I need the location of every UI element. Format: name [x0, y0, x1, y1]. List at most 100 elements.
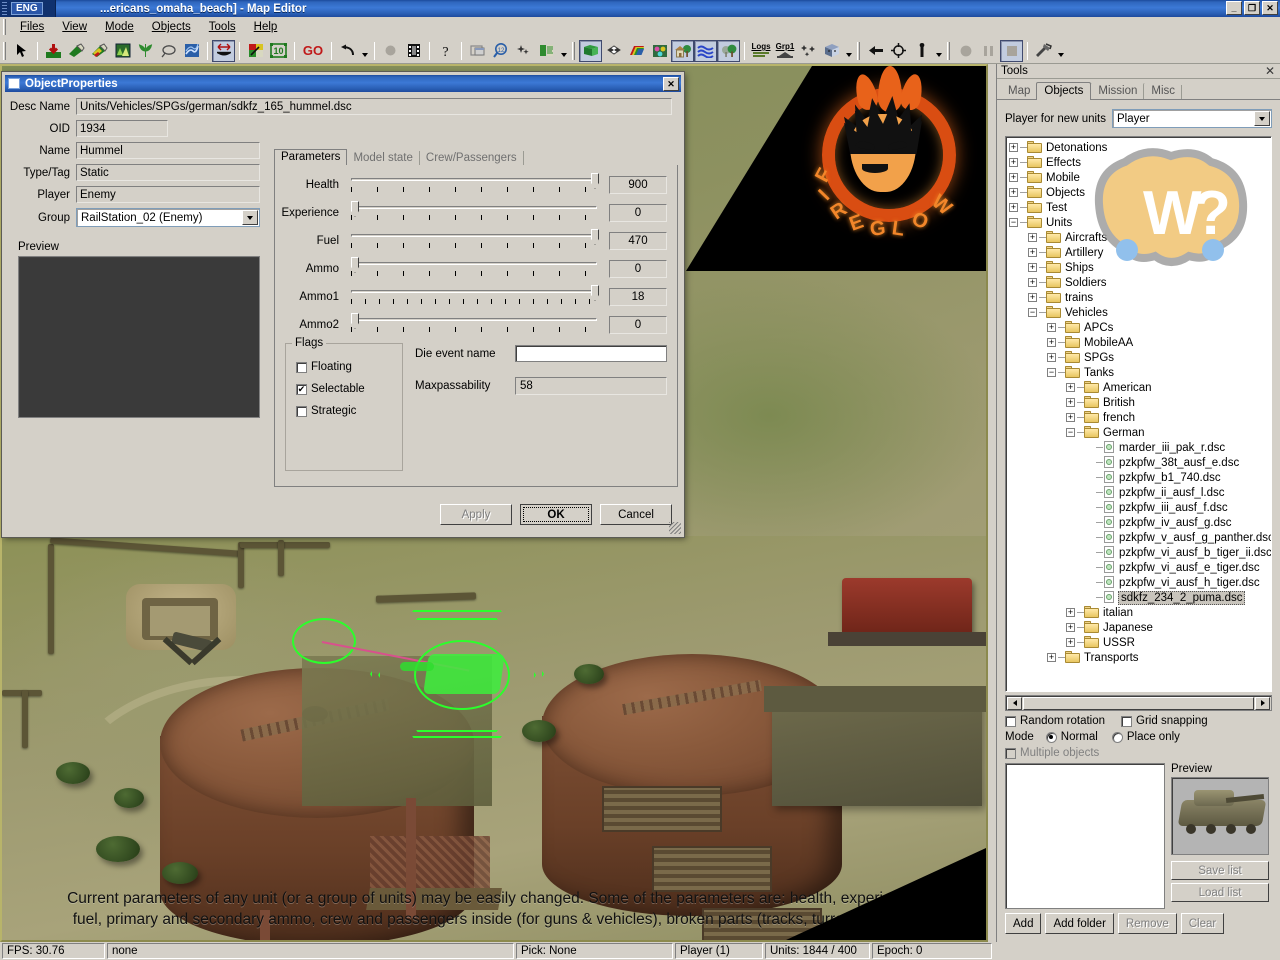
tab-model-state[interactable]: Model state	[347, 151, 420, 165]
texture-tool[interactable]	[111, 40, 134, 62]
tools-hammer-button[interactable]	[1032, 40, 1055, 62]
group-select[interactable]: RailStation_02 (Enemy)	[76, 208, 260, 227]
stars-button[interactable]	[797, 40, 820, 62]
slider-track[interactable]	[351, 290, 597, 293]
tree-folder-node[interactable]: + Test	[1009, 200, 1271, 215]
tab-map[interactable]: Map	[1001, 83, 1037, 99]
toolbar-grip-icon[interactable]	[3, 41, 7, 60]
dialog-close-button[interactable]: ✕	[663, 76, 679, 91]
toolbar-grip-icon[interactable]	[572, 41, 576, 60]
window-titlebar[interactable]: ENG ...ericans_omaha_beach] - Map Editor…	[0, 0, 1280, 17]
tree-folder-node[interactable]: + Detonations	[1009, 140, 1271, 155]
tree-file-node[interactable]: pzkpfw_iv_ausf_g.dsc	[1009, 515, 1271, 530]
tools-dropdown[interactable]	[1055, 40, 1066, 62]
expand-icon[interactable]: +	[1047, 353, 1056, 362]
grass-list-button[interactable]	[535, 40, 558, 62]
player-field[interactable]: Enemy	[76, 186, 260, 203]
cube-button[interactable]	[820, 40, 843, 62]
brush-tool[interactable]	[65, 40, 88, 62]
help-question-button[interactable]: ?	[434, 40, 457, 62]
expand-icon[interactable]: +	[1028, 248, 1037, 257]
tree-folder-node[interactable]: + Transports	[1009, 650, 1271, 665]
water-flow-tool[interactable]	[180, 40, 203, 62]
ok-button[interactable]: OK	[520, 504, 592, 525]
stop-square-button[interactable]	[1000, 39, 1023, 62]
maximize-button[interactable]: ❐	[1244, 1, 1260, 15]
dialog-resize-grip[interactable]	[669, 522, 681, 534]
pin-dropdown[interactable]	[933, 40, 944, 62]
record-circle-button[interactable]	[954, 40, 977, 62]
menubar-grip-icon[interactable]	[3, 19, 7, 35]
tree-folder-node[interactable]: + french	[1009, 410, 1271, 425]
tree-folder-node[interactable]: + APCs	[1009, 320, 1271, 335]
scroll-track[interactable]	[1023, 696, 1254, 710]
import-tool[interactable]	[42, 40, 65, 62]
record-disabled-button[interactable]	[379, 40, 402, 62]
menu-objects[interactable]: Objects	[143, 19, 200, 35]
slider-ammo1[interactable]	[347, 284, 599, 310]
tab-parameters[interactable]: Parameters	[274, 149, 348, 166]
expand-icon[interactable]: +	[1028, 263, 1037, 272]
sparkle-button[interactable]	[512, 40, 535, 62]
chevron-down-icon[interactable]	[1254, 111, 1270, 126]
expand-icon[interactable]: +	[1066, 383, 1075, 392]
tree-folder-node[interactable]: − German	[1009, 425, 1271, 440]
tree-file-node[interactable]: pzkpfw_vi_ausf_e_tiger.dsc	[1009, 560, 1271, 575]
collapse-icon[interactable]: −	[1028, 308, 1037, 317]
tree-folder-node[interactable]: + Ships	[1009, 260, 1271, 275]
go-button[interactable]: GO	[299, 40, 327, 62]
maxpassability-input[interactable]: 58	[515, 377, 667, 395]
slider-value-ammo2[interactable]: 0	[609, 316, 667, 334]
expand-icon[interactable]: +	[1028, 233, 1037, 242]
expand-icon[interactable]: +	[1047, 338, 1056, 347]
slider-value-experience[interactable]: 0	[609, 204, 667, 222]
toolbar-grip-icon[interactable]	[947, 41, 951, 60]
expand-icon[interactable]: +	[1047, 653, 1056, 662]
selected-objects-list[interactable]	[1005, 763, 1165, 909]
grass-dropdown[interactable]	[558, 40, 569, 62]
tree-folder-node[interactable]: + Objects	[1009, 185, 1271, 200]
house-tree-button[interactable]	[671, 39, 694, 62]
save-list-button[interactable]: Save list	[1171, 861, 1269, 880]
water-waves-button[interactable]	[694, 39, 717, 62]
tree-folder-node[interactable]: + SPGs	[1009, 350, 1271, 365]
tree-folder-node[interactable]: + Artillery	[1009, 245, 1271, 260]
tree-folder-node[interactable]: + Mobile	[1009, 170, 1271, 185]
gradient-brush-tool[interactable]	[88, 40, 111, 62]
tab-misc[interactable]: Misc	[1143, 83, 1182, 99]
back-arrow-button[interactable]	[864, 40, 887, 62]
close-button[interactable]: ✕	[1262, 1, 1278, 15]
tab-objects[interactable]: Objects	[1036, 82, 1092, 100]
ime-language-indicator[interactable]: ENG	[0, 0, 56, 17]
window-layout-button[interactable]	[466, 40, 489, 62]
scroll-left-icon[interactable]	[1007, 696, 1022, 710]
floating-checkbox[interactable]	[296, 361, 307, 373]
slider-value-ammo[interactable]: 0	[609, 260, 667, 278]
name-field[interactable]: Hummel	[76, 142, 260, 159]
undo-button[interactable]	[336, 40, 359, 62]
chevron-down-icon[interactable]	[242, 210, 258, 225]
tree-file-node[interactable]: pzkpfw_iii_ausf_f.dsc	[1009, 500, 1271, 515]
minimize-button[interactable]: _	[1226, 1, 1242, 15]
slider-track[interactable]	[351, 234, 597, 237]
tree-folder-node[interactable]: + MobileAA	[1009, 335, 1271, 350]
remove-button[interactable]: Remove	[1117, 913, 1177, 934]
tree-file-node[interactable]: pzkpfw_vi_ausf_h_tiger.dsc	[1009, 575, 1271, 590]
grid-size-tool[interactable]: 10	[267, 40, 290, 62]
mode-normal-radio[interactable]	[1045, 731, 1057, 743]
desc-name-field[interactable]: Units/Vehicles/SPGs/german/sdkfz_165_hum…	[76, 98, 672, 115]
tree-file-node[interactable]: marder_iii_pak_r.dsc	[1009, 440, 1271, 455]
slider-health[interactable]	[347, 172, 599, 198]
expand-icon[interactable]: +	[1066, 638, 1075, 647]
slider-ammo[interactable]	[347, 256, 599, 282]
slider-track[interactable]	[351, 206, 597, 209]
strategic-checkbox[interactable]	[296, 405, 307, 417]
expand-icon[interactable]: +	[1066, 413, 1075, 422]
select-arrow-tool[interactable]	[10, 40, 33, 62]
object-tree[interactable]: + Detonations + Effects + Mobile + Objects + Test…	[1005, 136, 1272, 692]
slider-value-health[interactable]: 900	[609, 176, 667, 194]
expand-icon[interactable]: +	[1066, 608, 1075, 617]
slider-fuel[interactable]	[347, 228, 599, 254]
pin-button[interactable]	[910, 40, 933, 62]
object-tree-hscrollbar[interactable]	[1005, 695, 1272, 711]
